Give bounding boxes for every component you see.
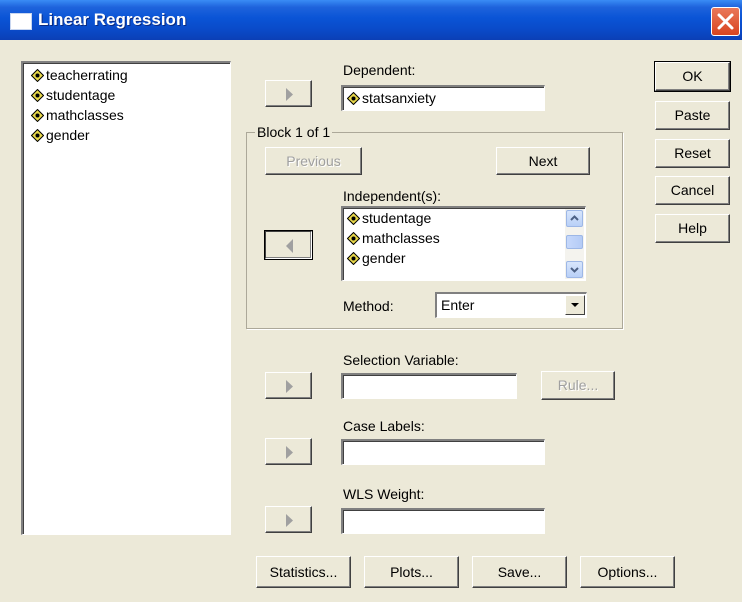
cancel-button[interactable]: Cancel bbox=[655, 176, 730, 205]
previous-button[interactable]: Previous bbox=[265, 147, 362, 175]
method-value: Enter bbox=[441, 297, 475, 313]
method-dropdown-button[interactable] bbox=[565, 295, 585, 315]
right-arrow-icon bbox=[286, 514, 293, 527]
list-item[interactable]: gender bbox=[347, 248, 406, 268]
options-button[interactable]: Options... bbox=[580, 556, 675, 588]
list-item[interactable]: mathclasses bbox=[347, 228, 440, 248]
options-button-label: Options... bbox=[597, 564, 658, 580]
right-arrow-icon bbox=[286, 380, 293, 393]
help-button[interactable]: Help bbox=[655, 214, 730, 243]
dependent-variable: statsanxiety bbox=[347, 88, 436, 108]
method-select[interactable]: Enter bbox=[435, 292, 587, 318]
right-arrow-icon bbox=[286, 88, 293, 101]
independents-list[interactable]: studentage mathclasses gender bbox=[341, 206, 586, 281]
dropdown-arrow-icon bbox=[571, 303, 579, 307]
case-labels-label: Case Labels: bbox=[343, 418, 425, 434]
help-button-label: Help bbox=[678, 220, 707, 236]
save-button[interactable]: Save... bbox=[472, 556, 567, 588]
save-button-label: Save... bbox=[497, 564, 542, 580]
next-button-label: Next bbox=[528, 153, 558, 169]
list-item-label: mathclasses bbox=[362, 230, 440, 246]
dependent-label: Dependent: bbox=[343, 62, 416, 78]
list-item-label: gender bbox=[46, 127, 90, 143]
independents-label: Independent(s): bbox=[343, 188, 442, 204]
scale-variable-icon bbox=[31, 108, 44, 122]
case-labels-transfer-button[interactable] bbox=[265, 438, 312, 465]
scroll-thumb[interactable] bbox=[566, 235, 583, 249]
scale-variable-icon bbox=[31, 88, 44, 102]
list-item[interactable]: teacherrating bbox=[31, 65, 128, 85]
paste-button[interactable]: Paste bbox=[655, 101, 730, 130]
paste-button-label: Paste bbox=[674, 107, 711, 123]
case-labels-field[interactable] bbox=[341, 439, 545, 465]
block-label: Block 1 of 1 bbox=[255, 124, 333, 140]
rule-button[interactable]: Rule... bbox=[541, 371, 615, 400]
scale-variable-icon bbox=[347, 91, 360, 105]
list-item-label: studentage bbox=[46, 87, 116, 103]
close-button[interactable] bbox=[711, 7, 740, 36]
scale-variable-icon bbox=[31, 128, 44, 142]
scale-variable-icon bbox=[347, 231, 360, 245]
right-arrow-icon bbox=[286, 446, 293, 459]
chevron-down-icon bbox=[570, 267, 579, 273]
source-variable-list[interactable]: teacherrating studentage mathclasses gen… bbox=[21, 61, 231, 535]
selection-variable-label: Selection Variable: bbox=[343, 352, 459, 368]
chevron-up-icon bbox=[570, 215, 579, 221]
scroll-up-button[interactable] bbox=[566, 210, 583, 227]
list-item-label: mathclasses bbox=[46, 107, 124, 123]
selection-variable-field[interactable] bbox=[341, 373, 517, 399]
ok-button[interactable]: OK bbox=[654, 61, 731, 92]
close-icon bbox=[717, 13, 734, 30]
linear-regression-dialog: Linear Regression teacherrating studenta… bbox=[0, 0, 742, 602]
list-item-label: teacherrating bbox=[46, 67, 128, 83]
plots-button[interactable]: Plots... bbox=[364, 556, 459, 588]
dependent-transfer-button[interactable] bbox=[265, 80, 312, 107]
ok-button-label: OK bbox=[682, 68, 703, 84]
previous-button-label: Previous bbox=[286, 153, 341, 169]
dependent-value: statsanxiety bbox=[362, 90, 436, 106]
cancel-button-label: Cancel bbox=[670, 182, 715, 198]
dependent-field[interactable]: statsanxiety bbox=[341, 85, 545, 111]
independents-scrollbar[interactable] bbox=[565, 209, 584, 279]
list-item[interactable]: mathclasses bbox=[31, 105, 124, 125]
list-item-label: studentage bbox=[362, 210, 432, 226]
plots-button-label: Plots... bbox=[390, 564, 433, 580]
wls-transfer-button[interactable] bbox=[265, 506, 312, 533]
reset-button[interactable]: Reset bbox=[655, 139, 730, 168]
scale-variable-icon bbox=[31, 68, 44, 82]
window-title: Linear Regression bbox=[38, 10, 187, 29]
wls-weight-field[interactable] bbox=[341, 508, 545, 534]
reset-button-label: Reset bbox=[674, 145, 711, 161]
list-item[interactable]: gender bbox=[31, 125, 90, 145]
scale-variable-icon bbox=[347, 251, 360, 265]
wls-weight-label: WLS Weight: bbox=[343, 486, 425, 502]
independents-remove-button[interactable] bbox=[264, 230, 313, 260]
scroll-down-button[interactable] bbox=[566, 261, 583, 278]
title-bar[interactable]: Linear Regression bbox=[0, 0, 742, 40]
window-icon bbox=[10, 13, 32, 30]
list-item-label: gender bbox=[362, 250, 406, 266]
left-arrow-icon bbox=[286, 239, 293, 253]
method-label: Method: bbox=[343, 298, 394, 314]
scale-variable-icon bbox=[347, 211, 360, 225]
statistics-button[interactable]: Statistics... bbox=[256, 556, 351, 588]
selection-transfer-button[interactable] bbox=[265, 372, 312, 399]
statistics-button-label: Statistics... bbox=[269, 564, 338, 580]
rule-button-label: Rule... bbox=[557, 377, 599, 393]
list-item[interactable]: studentage bbox=[347, 208, 431, 228]
next-button[interactable]: Next bbox=[496, 147, 590, 175]
list-item[interactable]: studentage bbox=[31, 85, 115, 105]
